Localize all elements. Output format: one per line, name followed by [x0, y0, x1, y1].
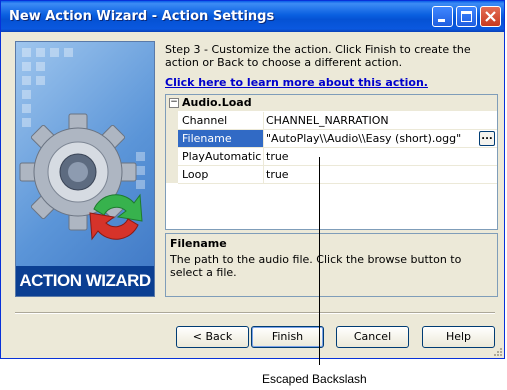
help-button[interactable]: Help — [422, 326, 495, 348]
wizard-window: New Action Wizard - Action Settings ACTI… — [0, 0, 505, 359]
close-button[interactable] — [480, 6, 501, 27]
property-row-channel[interactable]: Channel CHANNEL_NARRATION — [178, 112, 497, 130]
finish-button[interactable]: Finish — [251, 326, 324, 348]
browse-button[interactable]: ... — [479, 131, 495, 146]
description-text: The path to the audio file. Click the br… — [170, 253, 462, 279]
instructions-text: Step 3 - Customize the action. Click Fin… — [165, 43, 471, 69]
category-header[interactable]: − Audio.Load — [166, 95, 497, 111]
description-title: Filename — [170, 237, 227, 250]
property-value-filename[interactable]: "AutoPlay\\Audio\\Easy (short).ogg" — [266, 130, 461, 147]
separator — [15, 312, 495, 314]
resize-grip-icon[interactable] — [492, 346, 502, 356]
grid-gutter — [166, 111, 178, 183]
annotation-line — [319, 157, 320, 365]
minimize-button[interactable] — [432, 6, 453, 27]
collapse-icon[interactable]: − — [169, 98, 179, 108]
property-row-filename[interactable]: Filename "AutoPlay\\Audio\\Easy (short).… — [178, 130, 497, 148]
property-name: Filename — [178, 130, 264, 147]
window-title: New Action Wizard - Action Settings — [9, 9, 275, 24]
category-name: Audio.Load — [182, 96, 252, 109]
annotation-label: Escaped Backslash — [262, 372, 367, 386]
property-row-loop[interactable]: Loop true — [178, 166, 497, 184]
property-name: Loop — [178, 166, 264, 183]
property-name: Channel — [178, 112, 264, 129]
back-button[interactable]: < Back — [176, 326, 249, 348]
property-row-playautomatic[interactable]: PlayAutomatic true — [178, 148, 497, 166]
banner-label: ACTION WIZARD — [16, 266, 154, 296]
close-icon — [485, 11, 496, 22]
title-bar[interactable]: New Action Wizard - Action Settings — [1, 1, 504, 32]
description-panel: Filename The path to the audio file. Cli… — [165, 233, 498, 297]
cancel-button[interactable]: Cancel — [336, 326, 409, 348]
property-grid: − Audio.Load Channel CHANNEL_NARRATION F… — [165, 94, 498, 230]
property-value[interactable]: true — [266, 148, 289, 165]
wizard-banner-image: ACTION WIZARD — [15, 41, 155, 297]
gear-icon — [19, 113, 143, 241]
property-value[interactable]: true — [266, 166, 289, 183]
learn-more-link[interactable]: Click here to learn more about this acti… — [165, 76, 428, 89]
property-value[interactable]: CHANNEL_NARRATION — [266, 112, 389, 129]
maximize-icon — [461, 11, 472, 22]
maximize-button[interactable] — [456, 6, 477, 27]
property-name: PlayAutomatic — [178, 148, 264, 165]
minimize-icon — [438, 19, 445, 22]
